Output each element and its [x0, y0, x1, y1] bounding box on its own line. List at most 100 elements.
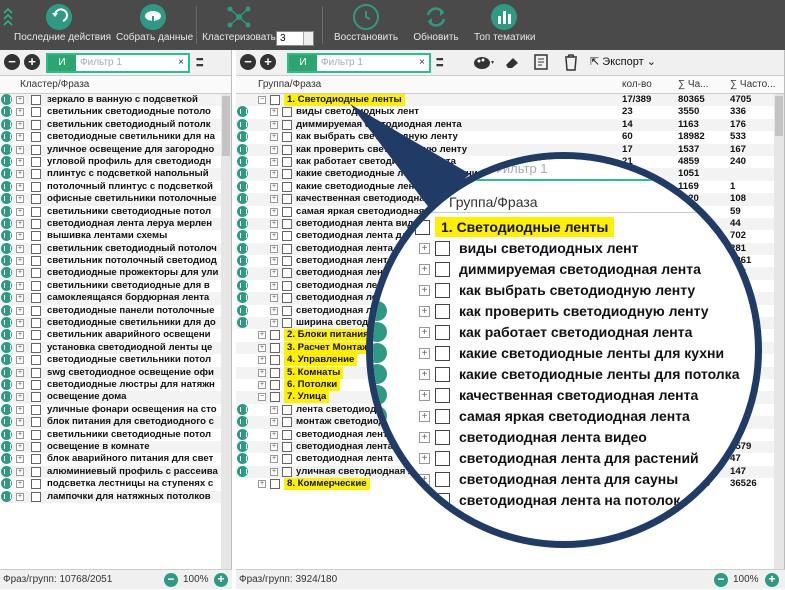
list-item[interactable]: + блок питания для светодиодного с [0, 416, 231, 429]
row-checkbox[interactable] [31, 144, 41, 155]
row-checkbox[interactable] [31, 156, 41, 167]
row-checkbox[interactable] [31, 355, 41, 366]
row-checkbox[interactable] [31, 305, 41, 316]
row-checkbox[interactable] [31, 132, 41, 143]
expand-icon[interactable]: + [16, 96, 24, 104]
expand-icon[interactable]: + [270, 207, 278, 216]
frequency-chart-icon[interactable] [1, 217, 12, 229]
list-item[interactable]: + светодиодные светильники для до [0, 317, 231, 330]
expand-icon[interactable]: + [258, 480, 266, 489]
expand-icon[interactable]: + [16, 232, 24, 241]
frequency-chart-icon[interactable] [1, 106, 12, 118]
col-sum-freq-exact[interactable]: ∑ Часто... [730, 76, 776, 94]
list-item[interactable]: + зеркало в ванную с подсветкой [0, 94, 231, 107]
right-filter-input[interactable]: Фильтр 1 × [317, 55, 429, 71]
expand-icon[interactable]: − [258, 96, 266, 104]
list-item[interactable]: + потолочный плинтус с подсветкой [0, 180, 231, 193]
row-checkbox[interactable] [31, 107, 41, 118]
remove-filter-button[interactable]: − [240, 54, 256, 70]
collect-data-button[interactable]: Собрать данные [116, 4, 193, 48]
frequency-chart-icon[interactable] [1, 416, 12, 428]
list-item[interactable]: + светильник потолочный светодиод [0, 255, 231, 267]
row-checkbox[interactable] [31, 231, 41, 242]
eraser-icon[interactable] [504, 55, 520, 70]
expand-icon[interactable]: + [270, 418, 278, 427]
frequency-chart-icon[interactable] [1, 131, 12, 143]
expand-icon[interactable]: + [16, 257, 24, 266]
expand-icon[interactable]: + [16, 108, 24, 117]
row-checkbox[interactable] [282, 293, 292, 304]
frequency-chart-icon[interactable] [1, 155, 12, 167]
expand-icon[interactable]: + [270, 232, 278, 241]
add-filter-button[interactable]: + [260, 54, 276, 70]
row-checkbox[interactable] [282, 107, 292, 118]
frequency-chart-icon[interactable] [1, 453, 12, 465]
list-item[interactable]: + установка светодиодной ленты це [0, 341, 231, 355]
row-checkbox[interactable] [282, 268, 292, 279]
frequency-chart-icon[interactable] [1, 168, 12, 180]
frequency-chart-icon[interactable] [1, 304, 12, 316]
frequency-chart-icon[interactable] [1, 94, 12, 105]
expand-icon[interactable]: + [16, 442, 24, 451]
expand-icon[interactable]: + [258, 356, 266, 365]
list-item[interactable]: + вышивка лентами схемы [0, 230, 231, 242]
expand-icon[interactable]: + [16, 492, 24, 501]
list-item[interactable]: + светильник светодиодные потоло [0, 106, 231, 118]
export-button[interactable]: ⇱ Экспорт ⌄ [590, 55, 656, 71]
frequency-chart-icon[interactable] [1, 230, 12, 242]
expand-icon[interactable]: + [270, 108, 278, 117]
right-filter-box[interactable]: И Фильтр 1 × [287, 53, 431, 73]
frequency-chart-icon[interactable] [237, 155, 248, 167]
row-checkbox[interactable] [31, 169, 41, 180]
frequency-chart-icon[interactable] [1, 205, 12, 217]
frequency-chart-icon[interactable] [1, 378, 12, 390]
list-item[interactable]: + уличное освещение для загородно [0, 143, 231, 156]
row-checkbox[interactable] [282, 318, 292, 329]
frequency-chart-icon[interactable] [1, 354, 12, 366]
row-checkbox[interactable] [270, 95, 280, 105]
expand-icon[interactable]: + [16, 269, 24, 278]
frequency-chart-icon[interactable] [237, 106, 248, 118]
cluster-strength-stepper[interactable]: 3 [276, 31, 314, 46]
expand-icon[interactable]: + [16, 294, 24, 303]
list-item[interactable]: + светодиодные светильники потол [0, 354, 231, 366]
refresh-button[interactable]: Обновить [410, 4, 462, 48]
palette-icon[interactable] [474, 55, 494, 70]
list-item[interactable]: + лампочки для натяжных потолков [0, 490, 231, 503]
frequency-chart-icon[interactable] [1, 440, 12, 452]
frequency-chart-icon[interactable] [237, 453, 248, 465]
row-checkbox[interactable] [282, 231, 292, 242]
frequency-chart-icon[interactable] [1, 478, 12, 490]
expand-icon[interactable]: + [258, 368, 266, 377]
remove-filter-button[interactable]: − [4, 54, 20, 70]
left-zoom-out-button[interactable]: − [164, 573, 178, 587]
row-checkbox[interactable] [31, 119, 41, 130]
row-checkbox[interactable] [31, 479, 41, 490]
row-checkbox[interactable] [31, 466, 41, 477]
filter-options-icon[interactable]: ▪▪▪ ▪▪▪ [196, 55, 210, 70]
row-checkbox[interactable] [31, 318, 41, 329]
table-row[interactable]: + диммируемая светодиодная лента 14 1163 176 [236, 118, 784, 132]
row-checkbox[interactable] [31, 181, 41, 192]
row-checkbox[interactable] [270, 479, 280, 490]
list-item[interactable]: + светильник светодиодный потолк [0, 118, 231, 132]
row-checkbox[interactable] [282, 218, 292, 229]
frequency-chart-icon[interactable] [237, 180, 248, 192]
row-checkbox[interactable] [31, 218, 41, 229]
frequency-chart-icon[interactable] [237, 267, 248, 279]
expand-icon[interactable]: + [270, 157, 278, 166]
frequency-chart-icon[interactable] [237, 131, 248, 143]
expand-icon[interactable]: + [270, 145, 278, 154]
left-filter-input[interactable]: Фильтр 1 × [76, 55, 188, 71]
row-checkbox[interactable] [282, 280, 292, 291]
frequency-chart-icon[interactable] [1, 143, 12, 155]
col-group-phrase[interactable]: Группа/Фраза [258, 76, 321, 94]
expand-icon[interactable]: + [270, 442, 278, 451]
expand-icon[interactable]: + [270, 170, 278, 179]
row-checkbox[interactable] [31, 441, 41, 452]
row-checkbox[interactable] [270, 330, 280, 341]
expand-icon[interactable]: + [270, 244, 278, 253]
expand-icon[interactable]: + [16, 281, 24, 290]
frequency-chart-icon[interactable] [237, 217, 248, 229]
list-settings-icon[interactable] [534, 54, 550, 71]
